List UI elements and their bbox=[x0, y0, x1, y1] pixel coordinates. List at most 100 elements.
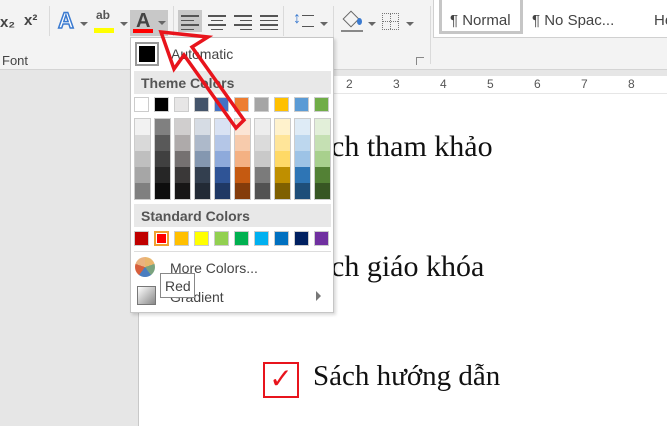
theme-color-swatch[interactable] bbox=[254, 97, 269, 112]
chevron-down-icon[interactable] bbox=[80, 22, 88, 26]
theme-shade-swatch[interactable] bbox=[175, 183, 190, 199]
theme-shade-swatch[interactable] bbox=[195, 183, 210, 199]
standard-color-swatch[interactable] bbox=[154, 231, 169, 246]
theme-shade-swatch[interactable] bbox=[255, 135, 270, 151]
theme-color-swatch[interactable] bbox=[194, 97, 209, 112]
borders-icon[interactable] bbox=[382, 13, 399, 30]
theme-shade-swatch[interactable] bbox=[135, 135, 150, 151]
checkbox-checked-icon[interactable]: ✓ bbox=[263, 362, 299, 398]
style-no-spacing[interactable]: ¶ No Spac... bbox=[532, 12, 614, 29]
theme-shade-swatch[interactable] bbox=[295, 151, 310, 167]
theme-shade-swatch[interactable] bbox=[255, 183, 270, 199]
align-right-button[interactable] bbox=[231, 10, 255, 32]
theme-color-swatch[interactable] bbox=[214, 97, 229, 112]
theme-shade-swatch[interactable] bbox=[175, 151, 190, 167]
theme-shade-swatch[interactable] bbox=[295, 183, 310, 199]
theme-shade-swatch[interactable] bbox=[215, 183, 230, 199]
theme-shade-swatch[interactable] bbox=[275, 183, 290, 199]
theme-shade-swatch[interactable] bbox=[135, 119, 150, 135]
standard-color-swatch[interactable] bbox=[234, 231, 249, 246]
justify-button[interactable] bbox=[257, 10, 281, 32]
theme-color-swatch[interactable] bbox=[274, 97, 289, 112]
align-left-button[interactable] bbox=[178, 10, 202, 32]
align-center-button[interactable] bbox=[205, 10, 229, 32]
ruler-number: 3 bbox=[393, 77, 400, 91]
theme-color-swatch[interactable] bbox=[154, 97, 169, 112]
line-spacing-button[interactable]: ↕ bbox=[293, 10, 317, 34]
superscript-button[interactable]: x² bbox=[24, 12, 37, 29]
highlight-button[interactable]: ab bbox=[94, 8, 116, 34]
chevron-down-icon[interactable] bbox=[120, 22, 128, 26]
theme-shade-swatch[interactable] bbox=[155, 167, 170, 183]
theme-color-swatch[interactable] bbox=[134, 97, 149, 112]
theme-shade-swatch[interactable] bbox=[215, 151, 230, 167]
theme-shade-swatch[interactable] bbox=[155, 135, 170, 151]
theme-color-swatch[interactable] bbox=[314, 97, 329, 112]
theme-shade-swatch[interactable] bbox=[215, 167, 230, 183]
chevron-right-icon bbox=[316, 291, 321, 301]
theme-color-swatch[interactable] bbox=[234, 97, 249, 112]
theme-shade-swatch[interactable] bbox=[175, 119, 190, 135]
theme-shade-swatch[interactable] bbox=[315, 119, 330, 135]
theme-shade-swatch[interactable] bbox=[255, 151, 270, 167]
theme-shade-swatch[interactable] bbox=[155, 119, 170, 135]
standard-color-swatch[interactable] bbox=[314, 231, 329, 246]
theme-shade-swatch[interactable] bbox=[295, 119, 310, 135]
theme-color-swatch[interactable] bbox=[174, 97, 189, 112]
style-normal[interactable]: ¶ Normal bbox=[450, 12, 511, 29]
automatic-label: Automatic bbox=[171, 46, 234, 62]
standard-color-swatch[interactable] bbox=[254, 231, 269, 246]
standard-color-swatch[interactable] bbox=[134, 231, 149, 246]
automatic-option[interactable]: Automatic bbox=[134, 41, 331, 69]
theme-shade-swatch[interactable] bbox=[295, 167, 310, 183]
theme-shade-swatch[interactable] bbox=[315, 135, 330, 151]
font-color-bar bbox=[133, 29, 153, 33]
font-color-button[interactable]: A bbox=[130, 10, 168, 36]
theme-shade-swatch[interactable] bbox=[235, 151, 250, 167]
theme-shade-swatch[interactable] bbox=[175, 135, 190, 151]
theme-shade-swatch[interactable] bbox=[275, 167, 290, 183]
theme-shade-swatch[interactable] bbox=[255, 167, 270, 183]
theme-shade-swatch[interactable] bbox=[195, 135, 210, 151]
standard-color-swatch[interactable] bbox=[294, 231, 309, 246]
theme-shade-swatch[interactable] bbox=[215, 135, 230, 151]
theme-shade-swatch[interactable] bbox=[215, 119, 230, 135]
theme-shade-swatch[interactable] bbox=[135, 183, 150, 199]
theme-shade-column bbox=[254, 118, 271, 200]
dialog-launcher-icon[interactable] bbox=[416, 57, 424, 65]
theme-shade-swatch[interactable] bbox=[235, 183, 250, 199]
theme-shade-swatch[interactable] bbox=[275, 151, 290, 167]
theme-shade-swatch[interactable] bbox=[275, 119, 290, 135]
theme-shade-swatch[interactable] bbox=[175, 167, 190, 183]
style-heading[interactable]: Headi bbox=[654, 12, 667, 29]
theme-shade-swatch[interactable] bbox=[235, 119, 250, 135]
standard-color-swatch[interactable] bbox=[274, 231, 289, 246]
theme-shade-swatch[interactable] bbox=[135, 167, 150, 183]
text-effects-button[interactable]: A bbox=[57, 7, 74, 34]
theme-shade-swatch[interactable] bbox=[155, 183, 170, 199]
standard-color-swatch[interactable] bbox=[194, 231, 209, 246]
theme-shade-swatch[interactable] bbox=[235, 135, 250, 151]
font-color-dropdown: Automatic Theme Colors Standard Colors M… bbox=[130, 37, 334, 313]
standard-colors-header: Standard Colors bbox=[134, 204, 331, 227]
theme-shade-swatch[interactable] bbox=[315, 151, 330, 167]
theme-shade-swatch[interactable] bbox=[195, 167, 210, 183]
theme-shade-swatch[interactable] bbox=[275, 135, 290, 151]
theme-shade-swatch[interactable] bbox=[135, 151, 150, 167]
shading-bucket-icon[interactable] bbox=[341, 10, 363, 32]
theme-shade-swatch[interactable] bbox=[315, 167, 330, 183]
doc-line-3: Sách hướng dẫn bbox=[313, 360, 501, 392]
standard-color-swatch[interactable] bbox=[214, 231, 229, 246]
theme-shade-swatch[interactable] bbox=[295, 135, 310, 151]
theme-shade-swatch[interactable] bbox=[235, 167, 250, 183]
subscript-button[interactable]: x₂ bbox=[0, 14, 15, 31]
theme-color-swatch[interactable] bbox=[294, 97, 309, 112]
theme-shade-swatch[interactable] bbox=[195, 151, 210, 167]
highlight-color-bar bbox=[94, 28, 114, 33]
theme-shade-swatch[interactable] bbox=[255, 119, 270, 135]
theme-shade-swatch[interactable] bbox=[315, 183, 330, 199]
standard-color-swatch[interactable] bbox=[174, 231, 189, 246]
theme-shade-swatch[interactable] bbox=[155, 151, 170, 167]
styles-gallery: ¶ Normal ¶ No Spac... Headi bbox=[433, 0, 667, 38]
theme-shade-swatch[interactable] bbox=[195, 119, 210, 135]
